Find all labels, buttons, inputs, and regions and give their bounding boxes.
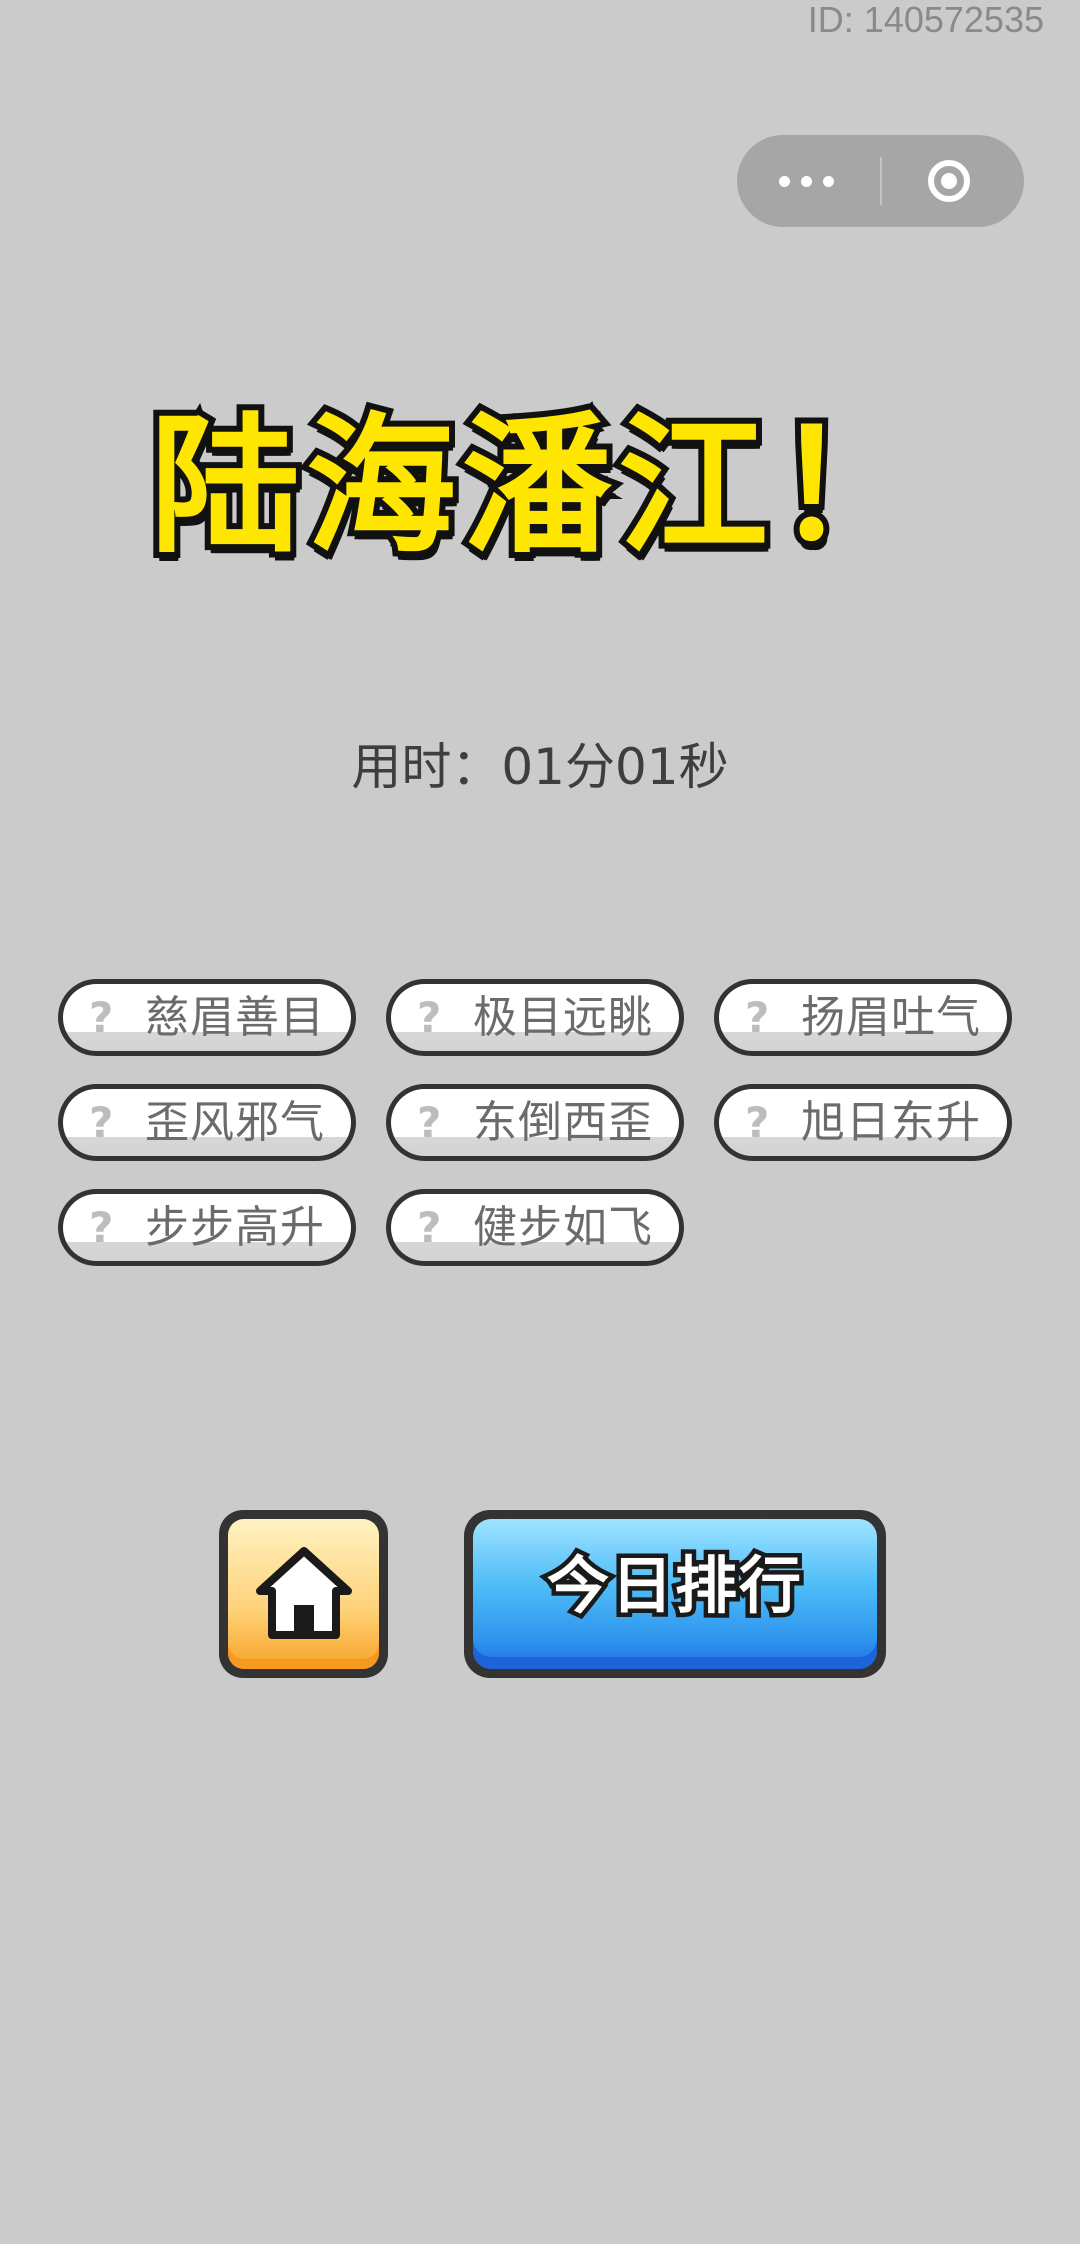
answer-text: 旭日东升 [801,1097,981,1148]
answer-pill[interactable]: ? 旭日东升 [714,1084,1012,1161]
today-ranking-button[interactable]: 今日排行 [464,1510,886,1678]
answer-text: 健步如飞 [473,1202,653,1253]
answer-text: 慈眉善目 [145,992,325,1043]
answer-text: 步步高升 [145,1202,325,1253]
question-mark-icon: ? [417,993,442,1042]
title-char: ！ [768,394,931,580]
more-button[interactable] [737,135,880,227]
question-mark-icon: ? [745,993,770,1042]
title-char: 江 [612,394,775,580]
title-char: 陆 [144,394,306,580]
question-mark-icon: ? [89,1203,114,1252]
home-icon [256,1547,352,1639]
mini-program-capsule [737,135,1024,227]
answer-text: 极目远眺 [473,992,653,1043]
answer-pill[interactable]: ? 扬眉吐气 [714,979,1012,1056]
title-char: 潘 [456,394,618,580]
home-button[interactable] [219,1510,388,1678]
today-ranking-label: 今日排行 [542,1545,805,1627]
answer-pill[interactable]: ? 慈眉善目 [58,979,356,1056]
answer-pill[interactable]: ? 健步如飞 [386,1189,684,1266]
answer-pill[interactable]: ? 歪风邪气 [58,1084,356,1161]
title-char: 海 [300,394,462,580]
answer-text: 东倒西歪 [473,1097,653,1148]
question-mark-icon: ? [417,1203,442,1252]
idiom-title: 陆海潘江！ [0,392,1080,582]
elapsed-time: 用时：01分01秒 [351,738,729,796]
answer-text: 歪风邪气 [145,1097,325,1148]
answer-pill[interactable]: ? 东倒西歪 [386,1084,684,1161]
answer-pill[interactable]: ? 步步高升 [58,1189,356,1266]
answer-text: 扬眉吐气 [801,992,981,1043]
question-mark-icon: ? [89,993,114,1042]
close-button[interactable] [882,135,1024,227]
question-mark-icon: ? [89,1098,114,1147]
user-id-label: ID: 140572535 [807,0,1044,40]
question-mark-icon: ? [745,1098,770,1147]
answer-pill[interactable]: ? 极目远眺 [386,979,684,1056]
question-mark-icon: ? [417,1098,442,1147]
